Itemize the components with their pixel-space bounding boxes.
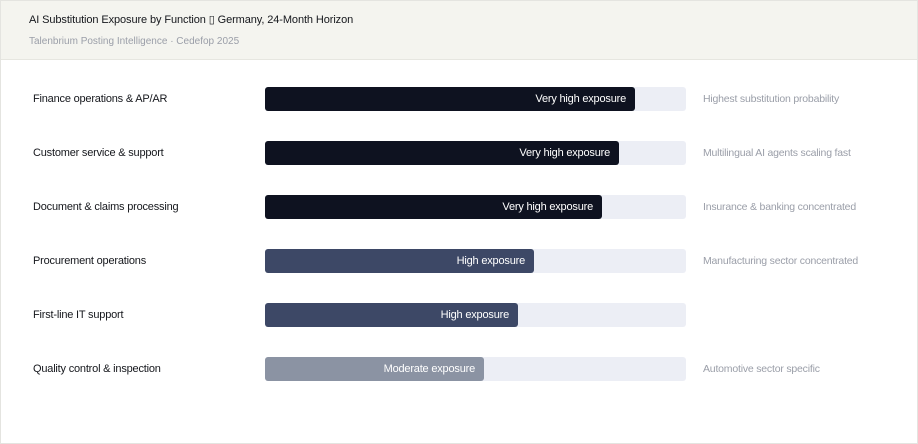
- row-annotation: Highest substitution probability: [703, 93, 840, 105]
- exposure-level-label: High exposure: [440, 309, 510, 321]
- bar-track: Very high exposure: [265, 141, 686, 165]
- bar-row: Procurement operations High exposure Manuf…: [1, 248, 917, 274]
- chart-title: AI Substitution Exposure by Function ▯ G…: [29, 14, 354, 26]
- bar-row: Finance operations & AP/AR Very high expo…: [1, 86, 917, 112]
- exposure-bar: High exposure: [265, 249, 534, 273]
- exposure-bar: Very high exposure: [265, 141, 619, 165]
- category-label: First-line IT support: [33, 309, 124, 321]
- category-label: Procurement operations: [33, 255, 146, 267]
- category-label: Quality control & inspection: [33, 363, 161, 375]
- exposure-level-label: Very high exposure: [535, 93, 626, 105]
- exposure-bar: Moderate exposure: [265, 357, 484, 381]
- exposure-level-label: Moderate exposure: [383, 363, 476, 375]
- exposure-bar: Very high exposure: [265, 87, 635, 111]
- category-label: Document & claims processing: [33, 201, 179, 213]
- bar-row: Document & claims processing Very high ex…: [1, 194, 917, 220]
- row-annotation: Manufacturing sector concentrated: [703, 255, 859, 267]
- bar-track: High exposure: [265, 249, 686, 273]
- exposure-level-label: Very high exposure: [519, 147, 610, 159]
- category-label: Customer service & support: [33, 147, 164, 159]
- bar-track: Very high exposure: [265, 87, 686, 111]
- category-label: Finance operations & AP/AR: [33, 93, 168, 105]
- bar-row: Customer service & support Very high expo…: [1, 140, 917, 166]
- bar-track: Moderate exposure: [265, 357, 686, 381]
- bar-row: Quality control & inspection Moderate exp…: [1, 356, 917, 382]
- bar-track: Very high exposure: [265, 195, 686, 219]
- row-annotation: Multilingual AI agents scaling fast: [703, 147, 851, 159]
- exposure-level-label: High exposure: [456, 255, 526, 267]
- bar-track: High exposure: [265, 303, 686, 327]
- bar-row: First-line IT support High exposure: [1, 302, 917, 328]
- row-annotation: Insurance & banking concentrated: [703, 201, 856, 213]
- chart-subtitle: Talenbrium Posting Intelligence · Cedefo…: [29, 36, 240, 47]
- chart-panel: AI Substitution Exposure by Function ▯ G…: [0, 0, 918, 444]
- exposure-level-label: Very high exposure: [502, 201, 593, 213]
- exposure-bar: Very high exposure: [265, 195, 602, 219]
- exposure-bar: High exposure: [265, 303, 518, 327]
- row-annotation: Automotive sector specific: [703, 363, 820, 375]
- chart-header: AI Substitution Exposure by Function ▯ G…: [1, 1, 917, 60]
